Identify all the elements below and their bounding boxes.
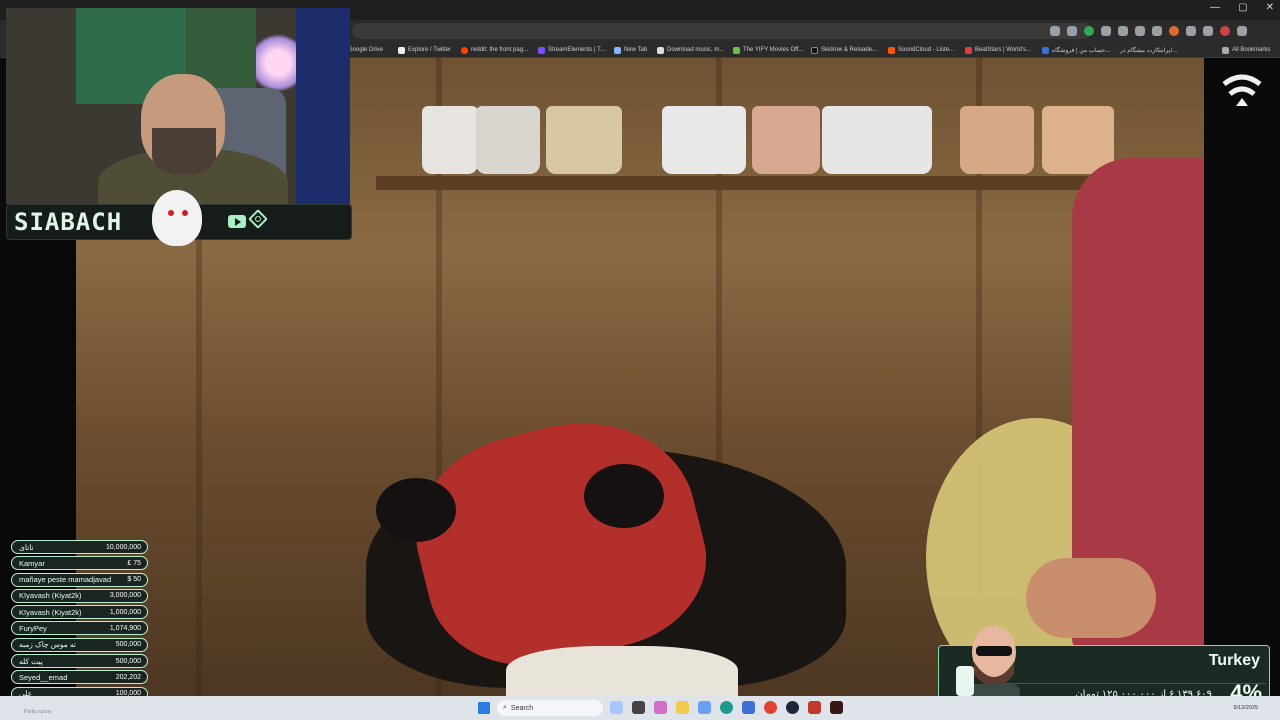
bookmark-label: reddit: the front pag... [471,47,529,53]
window-controls: — ▢ ✕ [1210,2,1274,13]
bookmark-label: حساب من | فروشگاه... [1052,47,1111,54]
address-bar[interactable] [352,23,1092,39]
wifi-logo-icon [1222,74,1262,106]
donation-row: mañaye peste mamadjavad $ 50 [11,572,148,587]
right-panel [1204,58,1280,696]
bookmark-new-tab[interactable]: New Tab [614,43,647,57]
shield-app-icon[interactable] [830,701,843,714]
newtab-icon [614,46,621,54]
x-icon [398,46,405,54]
menu-dots-icon[interactable] [1237,26,1247,36]
donation-row: Kīyavash (Kiyat2k) 3,000,000 [11,588,148,603]
extension-icon[interactable] [1101,26,1111,36]
beatstars-icon [965,46,972,54]
extension-orange-icon[interactable] [1169,26,1179,36]
close-button[interactable]: ✕ [1266,2,1274,13]
copilot-icon[interactable] [610,701,623,714]
bookmark-twitter[interactable]: Explore / Twitter [398,43,451,57]
colorful-app-icon[interactable] [654,701,667,714]
donation-row: Kīyavash (Kiyat2k) 1,000,000 [11,605,148,620]
profile-avatar[interactable] [1220,26,1230,36]
bookmark-label: The YIFY Movies Off... [743,47,804,53]
goal-title: Turkey [1208,652,1260,669]
page-icon [1042,46,1049,54]
minimize-button[interactable]: — [1210,2,1220,13]
donation-row: FuryPey 1,074,900 [11,621,148,636]
bookmark-label: اپرابتکارت بیشگام در... [1120,47,1178,54]
soundcloud-icon [888,46,895,54]
bookmark-persian-pioneer[interactable]: اپرابتکارت بیشگام در... [1120,43,1177,57]
bookmark-label: StreamElements | T... [548,47,606,53]
search-icon: ⌕ [503,704,507,711]
bookmark-label: Download music, m... [667,47,725,53]
steam-icon[interactable] [786,701,799,714]
extension-green-icon[interactable] [1084,26,1094,36]
donation-row: Kamyar £ 75 [11,556,148,571]
bookmark-skidrow[interactable]: Skidrow & Reloade... [811,43,877,57]
app-icon[interactable] [808,701,821,714]
puzzle-icon[interactable] [1186,26,1196,36]
bookmark-label: Google Drive [348,47,384,53]
streamelements-icon [538,46,545,54]
page-icon [657,46,664,54]
bookmark-label: All Bookmarks [1232,47,1271,53]
bookmark-label: Explore / Twitter [408,47,451,53]
bookmark-label: Skidrow & Reloade... [821,47,878,53]
extension-icons [1050,22,1247,40]
skidrow-icon [811,46,818,54]
star-icon[interactable] [1067,26,1077,36]
taskbar-apps [610,701,843,714]
store-icon[interactable] [742,701,755,714]
donation-row: Seyed__emad 202,202 [11,670,148,685]
donation-row: ته موس چاک زمبه 500,000 [11,637,148,652]
donation-list: تاتای 10,000,000 Kamyar £ 75 mañaye peste … [11,540,148,703]
weather-label[interactable]: Partly sunny [24,709,52,715]
bowl [506,646,738,696]
task-view-icon[interactable] [632,701,645,714]
streamer-name: SIABACH [14,208,123,236]
bookmark-soundcloud[interactable]: SoundCloud - Liste... [888,43,954,57]
bookmark-yify[interactable]: The YIFY Movies Off... [733,43,803,57]
youtube-icon[interactable] [228,215,246,228]
bookmark-persian-store[interactable]: حساب من | فروشگاه... [1042,43,1110,57]
windows-start-icon[interactable] [478,702,490,714]
bookmark-label: SoundCloud - Liste... [898,47,955,53]
extension-icon[interactable] [1118,26,1128,36]
folder-icon [1222,46,1229,54]
bookmark-streamelements[interactable]: StreamElements | T... [538,43,605,57]
bookmark-label: BeatStars | World's... [975,47,1031,53]
mascot-icon [152,190,202,246]
all-bookmarks[interactable]: All Bookmarks [1222,43,1270,57]
search-placeholder: Search [510,704,534,712]
shield-icon[interactable] [1152,26,1162,36]
download-icon[interactable] [1203,26,1213,36]
bookmark-label: New Tab [624,47,648,53]
translate-icon[interactable] [1050,26,1060,36]
bookmark-reddit[interactable]: reddit: the front pag... [461,43,528,57]
file-explorer-icon[interactable] [676,701,689,714]
taskbar-search[interactable]: ⌕ Search [497,700,603,716]
bookmark-beatstars[interactable]: BeatStars | World's... [965,43,1031,57]
bookmark-google-drive[interactable]: Google Drive [348,43,383,57]
photos-icon[interactable] [698,701,711,714]
reddit-icon [461,46,468,54]
maximize-button[interactable]: ▢ [1238,2,1247,13]
extension-icon[interactable] [1135,26,1145,36]
bookmark-download-music[interactable]: Download music, m... [657,43,724,57]
donation-row: تاتای 10,000,000 [11,540,148,554]
yify-icon [733,46,740,54]
webcam-feed [6,8,350,204]
edge-icon[interactable] [720,701,733,714]
chrome-icon[interactable] [764,701,777,714]
donation-row: پیت کله 500,000 [11,654,148,669]
taskbar-date[interactable]: 9/13/2025 [1234,705,1258,711]
